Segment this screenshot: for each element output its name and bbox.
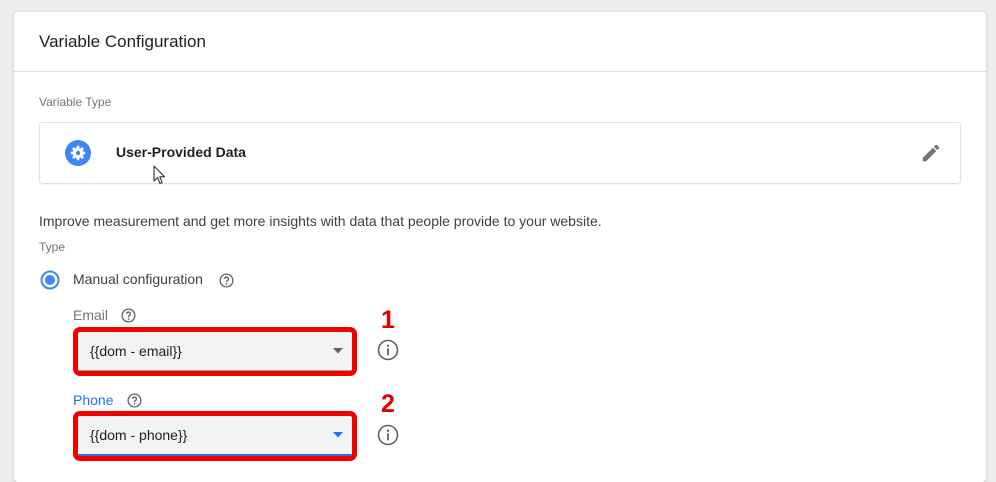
manual-configuration-label[interactable]: Manual configuration	[73, 271, 203, 287]
description-text: Improve measurement and get more insight…	[39, 213, 602, 229]
email-variable-select[interactable]: {{dom - email}}	[73, 327, 357, 376]
gear-icon	[65, 140, 91, 166]
pencil-icon[interactable]	[920, 142, 942, 164]
email-select-value: {{dom - email}}	[90, 343, 182, 359]
variable-configuration-card: Variable Configuration Variable Type Use…	[14, 12, 986, 482]
type-label: Type	[39, 240, 66, 254]
variable-type-label: Variable Type	[39, 95, 112, 109]
phone-select-value: {{dom - phone}}	[90, 427, 188, 443]
manual-configuration-radio[interactable]	[40, 270, 60, 290]
email-label: Email	[73, 307, 109, 323]
page-title: Variable Configuration	[39, 32, 206, 51]
card-header: Variable Configuration	[14, 12, 986, 72]
callout-number: 2	[381, 390, 395, 418]
callout-number: 1	[381, 306, 395, 334]
info-icon[interactable]	[377, 339, 399, 361]
help-icon[interactable]	[219, 273, 234, 288]
dropdown-arrow-icon	[333, 432, 343, 438]
help-icon[interactable]	[121, 308, 136, 323]
phone-label: Phone	[73, 392, 114, 408]
info-icon[interactable]	[377, 424, 399, 446]
dropdown-arrow-icon	[333, 348, 343, 354]
variable-type-selector[interactable]: User-Provided Data	[39, 122, 961, 184]
variable-type-name: User-Provided Data	[116, 144, 246, 160]
help-icon[interactable]	[127, 393, 142, 408]
mouse-cursor-icon	[153, 165, 166, 185]
phone-variable-select[interactable]: {{dom - phone}}	[73, 411, 357, 461]
